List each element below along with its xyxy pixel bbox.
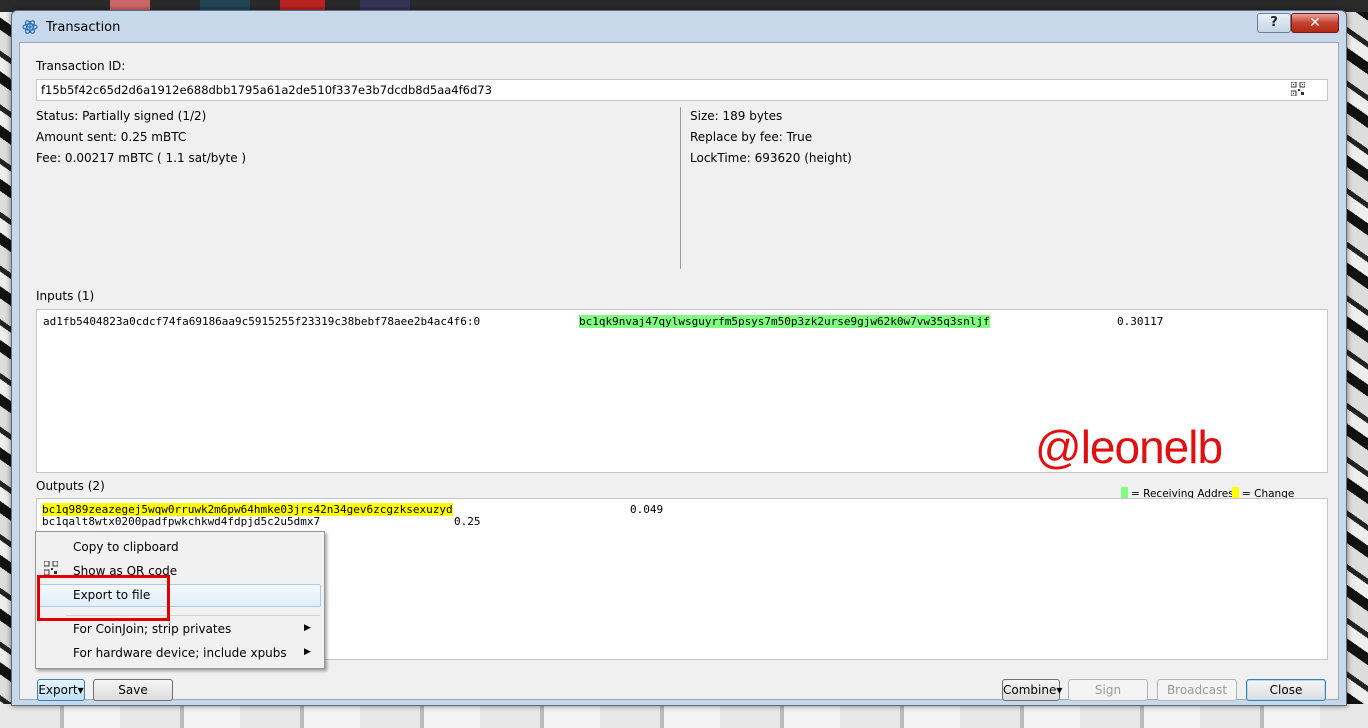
combine-button-label: Combine — [1003, 683, 1057, 697]
submenu-arrow-icon: ▶ — [304, 647, 311, 657]
annotation-highlight-box — [37, 575, 170, 621]
qr-code-icon[interactable] — [1291, 82, 1305, 96]
desktop-bottom-strip — [0, 704, 1368, 728]
txid-label: Transaction ID: — [36, 59, 126, 73]
combine-button[interactable]: Combine▾ — [1002, 679, 1062, 701]
window-title: Transaction — [46, 20, 121, 35]
status-text: Status: Partially signed (1/2) — [36, 109, 207, 123]
output-amount: 0.049 — [630, 503, 664, 516]
input-address[interactable]: bc1qk9nvaj47qylwsguyrfm5psys7m50p3zk2urs… — [579, 315, 990, 328]
help-button[interactable]: ? — [1257, 13, 1291, 33]
menu-item-coinjoin[interactable]: For CoinJoin; strip privates — [73, 622, 231, 636]
save-button[interactable]: Save — [93, 679, 173, 701]
inputs-label: Inputs (1) — [36, 289, 95, 303]
replace-by-fee-text: Replace by fee: True — [690, 130, 813, 144]
input-amount: 0.30117 — [1117, 315, 1164, 328]
receiving-swatch — [1121, 487, 1128, 498]
output-amount: 0.25 — [454, 515, 481, 528]
fee-text: Fee: 0.00217 mBTC ( 1.1 sat/byte ) — [36, 151, 247, 165]
submenu-arrow-icon: ▶ — [304, 623, 311, 633]
window-close-button[interactable]: ✕ — [1291, 13, 1339, 33]
details-divider — [680, 107, 681, 269]
watermark-text: @leonelb — [1035, 421, 1223, 473]
txid-value[interactable]: f15b5f42c65d2d6a1912e688dbb1795a61a2de51… — [41, 83, 492, 97]
electrum-logo-icon — [22, 20, 38, 34]
menu-item-copy-to-clipboard[interactable]: Copy to clipboard — [73, 540, 179, 554]
change-swatch — [1232, 487, 1239, 498]
amount-sent-text: Amount sent: 0.25 mBTC — [36, 130, 187, 144]
export-button-label: Export — [38, 683, 78, 697]
input-outpoint[interactable]: ad1fb5404823a0cdcf74fa69186aa9c5915255f2… — [43, 315, 480, 328]
outputs-label: Outputs (2) — [36, 479, 105, 493]
size-text: Size: 189 bytes — [690, 109, 783, 123]
close-button[interactable]: Close — [1246, 679, 1326, 701]
title-bar[interactable]: Transaction ? ✕ — [12, 11, 1346, 41]
export-button[interactable]: Export▾ — [37, 679, 85, 701]
broadcast-button[interactable]: Broadcast — [1157, 679, 1237, 701]
txid-field[interactable]: f15b5f42c65d2d6a1912e688dbb1795a61a2de51… — [36, 79, 1328, 101]
sign-button[interactable]: Sign — [1068, 679, 1148, 701]
menu-item-hardware-device[interactable]: For hardware device; include xpubs — [73, 646, 287, 660]
output-address[interactable]: bc1qalt8wtx0200padfpwkchkwd4fdpjd5c2u5dm… — [42, 515, 320, 528]
locktime-text: LockTime: 693620 (height) — [690, 151, 852, 165]
qr-code-icon — [44, 561, 58, 575]
